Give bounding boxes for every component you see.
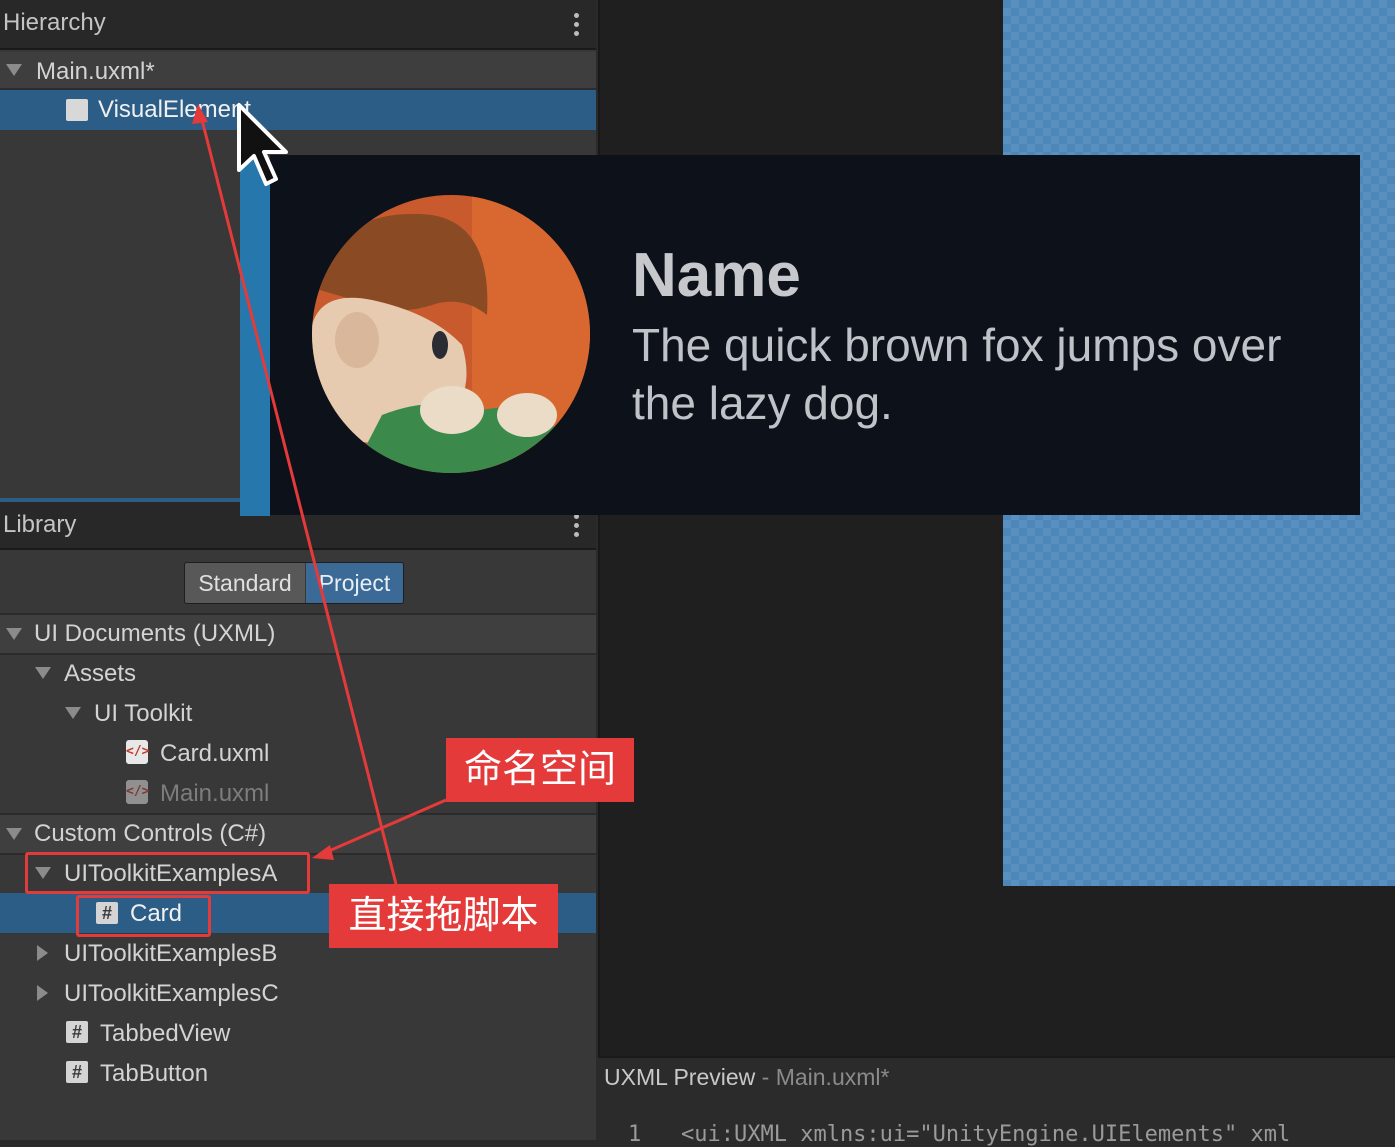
mouse-cursor-icon xyxy=(237,103,288,186)
annotation-arrows xyxy=(192,104,447,885)
